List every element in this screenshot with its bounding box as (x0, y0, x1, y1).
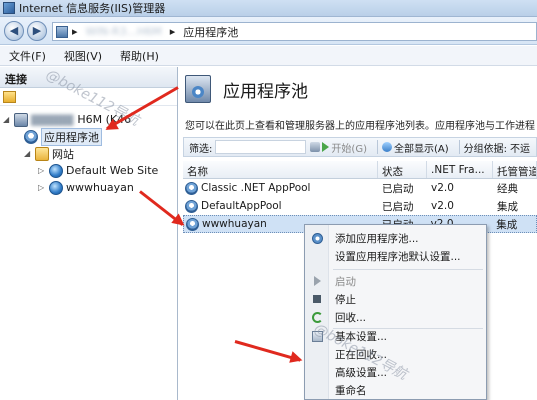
server-icon (56, 25, 68, 38)
menu-defaults-label: 设置应用程序池默认设置... (335, 250, 461, 263)
menu-separator (333, 269, 483, 270)
page-title: 应用程序池 (223, 81, 308, 102)
show-all-button[interactable]: 全部显示(A) (381, 140, 449, 155)
menu-rename-label: 重命名 (335, 384, 367, 397)
tree-sites[interactable]: ◢ 网站 (24, 145, 74, 162)
breadcrumb-server[interactable]: WIN-R3...H6M (86, 25, 162, 38)
breadcrumb-app-pools[interactable]: 应用程序池 (183, 24, 238, 40)
window-title: Internet 信息服务(IIS)管理器 (19, 2, 166, 15)
menu-recycle-label: 回收... (335, 311, 367, 324)
page-header: 应用程序池 (185, 75, 308, 103)
menu-file[interactable]: 文件(F) (0, 48, 55, 64)
menu-bar: 文件(F) 视图(V) 帮助(H) (0, 46, 537, 66)
table-row[interactable]: Classic .NET AppPool 已启动 v2.0 经典 (183, 179, 537, 197)
filter-label: 筛选: (189, 143, 213, 155)
forward-button[interactable]: ▶ (27, 21, 47, 41)
menu-start-label: 启动 (335, 275, 356, 288)
cell-name: Classic .NET AppPool (201, 182, 311, 194)
connect-icon[interactable] (3, 90, 16, 103)
menu-start[interactable]: 启动 (305, 272, 488, 290)
cell-name: wwwhuayan (202, 218, 267, 230)
go-button[interactable]: 开始(G) (310, 140, 367, 155)
app-pools-table: 名称 状态 .NET Fra... 托管管道 Classic .NET AppP… (183, 161, 537, 233)
sites-folder-icon (35, 146, 49, 161)
tree-site-wwwhuayan[interactable]: ▷ wwwhuayan (38, 179, 134, 196)
cell-pipeline: 经典 (497, 182, 518, 195)
group-by-label: 分组依据: (463, 143, 507, 155)
start-icon (313, 276, 321, 286)
show-all-icon (381, 142, 392, 152)
column-status[interactable]: 状态 (378, 161, 427, 178)
breadcrumb-arrow-icon: ▸ (72, 25, 78, 38)
cell-pipeline: 集成 (496, 218, 518, 231)
app-pool-icon (24, 129, 38, 144)
tree-site-default[interactable]: ▷ Default Web Site (38, 162, 158, 179)
menu-view[interactable]: 视图(V) (55, 48, 111, 64)
navigation-bar: ◀ ▶ ▸ WIN-R3...H6M ▸ 应用程序池 (0, 17, 537, 45)
globe-icon (49, 180, 63, 195)
menu-add-app-pool[interactable]: 添加应用程序池... (305, 229, 488, 247)
cell-status: 已启动 (382, 182, 414, 195)
app-pool-icon (186, 217, 199, 231)
stop-icon (313, 295, 321, 303)
play-icon (322, 142, 330, 152)
address-bar[interactable]: ▸ WIN-R3...H6M ▸ 应用程序池 (52, 22, 537, 41)
table-row[interactable]: DefaultAppPool 已启动 v2.0 集成 (183, 197, 537, 215)
cell-version: v2.0 (431, 182, 454, 194)
column-name[interactable]: 名称 (183, 161, 378, 178)
column-pipeline[interactable]: 托管管道 (493, 161, 537, 178)
collapse-icon[interactable]: ◢ (3, 115, 12, 124)
table-header: 名称 状态 .NET Fra... 托管管道 (183, 161, 537, 179)
globe-icon (49, 163, 63, 178)
server-name-blurred: ▇▇▇▇▇ (31, 113, 74, 126)
tree-app-pools[interactable]: 应用程序池 (24, 127, 102, 146)
cell-name: DefaultAppPool (201, 200, 282, 212)
cell-status: 已启动 (382, 200, 414, 213)
tree-site-wwwhuayan-label: wwwhuayan (66, 181, 134, 194)
server-icon (14, 112, 28, 127)
page-description: 您可以在此页上查看和管理服务器上的应用程序池列表。应用程序池与工作进程 (185, 121, 535, 132)
tree-site-default-label: Default Web Site (66, 164, 159, 177)
group-by-value: 不运 (509, 143, 530, 155)
collapse-icon[interactable]: ◢ (24, 149, 33, 158)
tree-sites-label: 网站 (52, 147, 74, 161)
title-bar: Internet 信息服务(IIS)管理器 (0, 0, 537, 17)
iis-app-icon (3, 2, 15, 14)
breadcrumb-arrow-icon: ▸ (169, 25, 176, 38)
tree-app-pools-label: 应用程序池 (41, 127, 102, 146)
cell-version: v2.0 (431, 200, 454, 212)
column-net-framework[interactable]: .NET Fra... (427, 161, 493, 178)
connections-pane: 连接 ◢ ▇▇▇▇▇ H6M (K46 应用程序池 ◢ 网站 ▷ Default… (0, 67, 178, 400)
filter-input[interactable] (215, 140, 307, 154)
add-pool-icon (311, 232, 323, 244)
back-button[interactable]: ◀ (4, 21, 24, 41)
show-all-label: 全部显示(A) (393, 143, 449, 155)
menu-set-defaults[interactable]: 设置应用程序池默认设置... (305, 247, 488, 265)
app-pool-icon (185, 199, 198, 213)
menu-stop[interactable]: 停止 (305, 290, 488, 308)
binoculars-icon (310, 142, 321, 152)
separator (458, 140, 460, 154)
filter-bar: 筛选: 开始(G) 全部显示(A) 分组依据: 不运 (183, 137, 537, 157)
go-label: 开始(G) (331, 143, 367, 155)
group-by[interactable]: 分组依据: 不运 (464, 140, 530, 155)
separator (376, 140, 378, 154)
menu-recycle[interactable]: 回收... (305, 308, 488, 326)
app-pools-large-icon (185, 75, 211, 103)
menu-add-label: 添加应用程序池... (335, 232, 419, 245)
expand-icon[interactable]: ▷ (38, 166, 47, 175)
app-pool-icon (185, 181, 198, 195)
expand-icon[interactable]: ▷ (38, 183, 47, 192)
cell-pipeline: 集成 (497, 200, 518, 213)
menu-help[interactable]: 帮助(H) (111, 48, 168, 64)
menu-rename[interactable]: 重命名 (305, 381, 488, 399)
menu-stop-label: 停止 (335, 293, 356, 306)
